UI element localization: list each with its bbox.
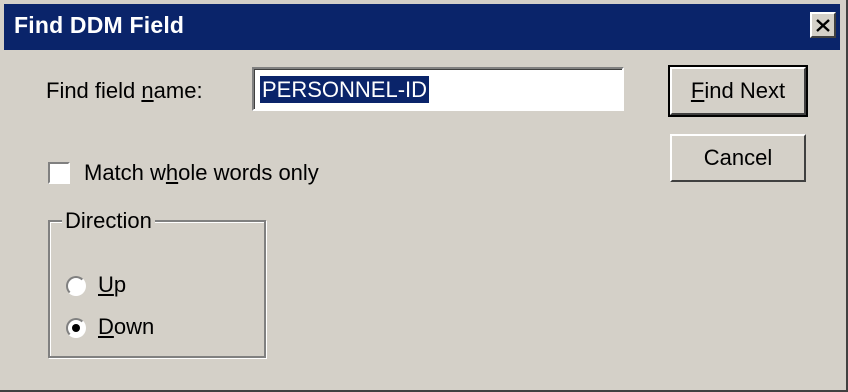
close-icon [816,14,830,36]
cancel-label: Cancel [703,145,773,170]
direction-down-label[interactable]: Down [98,314,154,340]
find-field-name-label: Find field name: [46,78,203,103]
find-field-name-value: PERSONNEL-ID [260,76,430,103]
find-ddm-field-dialog: Find DDM Field Find field name: PERSONNE… [0,0,848,392]
direction-up-radio[interactable] [66,276,86,296]
dialog-title: Find DDM Field [14,12,185,38]
title-bar[interactable]: Find DDM Field [4,4,840,50]
direction-down-radio[interactable] [66,318,86,338]
find-next-button[interactable]: Find Next [668,65,808,117]
radio-selected-dot [72,324,80,332]
cancel-button[interactable]: Cancel [670,134,806,182]
match-whole-words-checkbox[interactable] [48,162,70,184]
close-button[interactable] [810,12,836,38]
match-whole-words-label[interactable]: Match whole words only [84,160,319,186]
find-field-name-input[interactable]: PERSONNEL-ID [252,67,624,111]
find-next-label: Find Next [690,78,786,103]
direction-up-label[interactable]: Up [98,272,126,298]
direction-legend: Direction [62,208,155,234]
